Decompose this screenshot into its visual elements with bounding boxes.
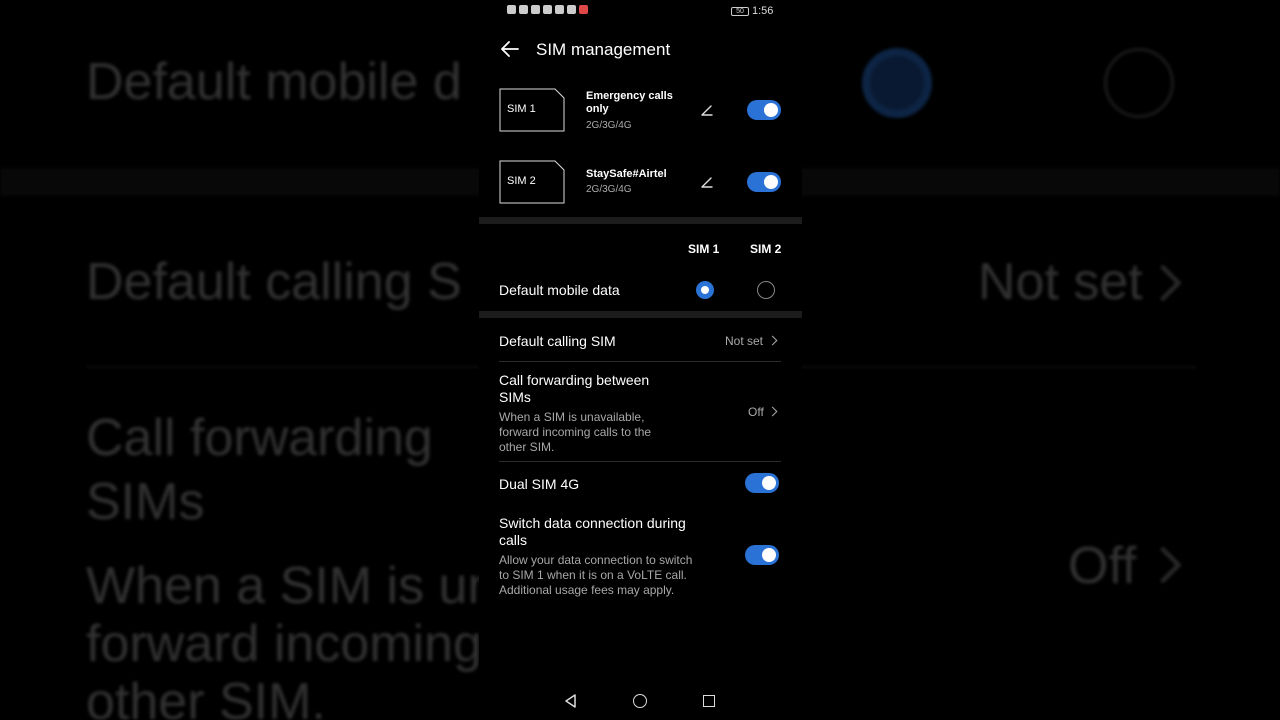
status-icons [507,5,588,14]
signal-icon [507,5,516,14]
status-bar: 50 1:56 [479,0,802,24]
navigation-bar [479,682,802,720]
video-icon [531,5,540,14]
sim-name: StaySafe#Airtel [586,168,667,180]
call-forwarding-value: Off [748,405,764,419]
nav-back-icon[interactable] [564,694,578,708]
signal-icon [519,5,528,14]
switch-data-desc-1: Allow your data connection to switch [499,553,693,567]
bg-text-desc-1: When a SIM is una [86,557,526,615]
sim-network: 2G/3G/4G [586,184,632,195]
switch-data-toggle[interactable] [745,545,779,565]
app-icon [567,5,576,14]
default-calling-sim-value: Not set [725,334,764,348]
message-icon [555,5,564,14]
pencil-icon[interactable] [699,102,715,118]
call-forwarding-desc-1: When a SIM is unavailable, [499,410,645,424]
hotspot-icon [543,5,552,14]
switch-data-label-1: Switch data connection during [499,515,686,531]
switch-data-desc-2: to SIM 1 when it is on a VoLTE call. [499,568,687,582]
call-forwarding-row[interactable]: Call forwarding between SIMs When a SIM … [479,362,802,461]
switch-data-label-2: calls [499,532,528,548]
bg-text-not-set: Not set [978,253,1143,311]
sim-card-label: SIM 2 [507,175,536,187]
dual-sim-4g-row: Dual SIM 4G [479,462,802,505]
default-calling-sim-row[interactable]: Default calling SIM Not set [479,320,802,361]
column-header-sim2: SIM 2 [750,242,782,256]
default-mobile-data-label: Default mobile data [499,282,620,298]
battery-icon: 50 [731,7,749,16]
bg-text-sims: SIMs [86,473,205,531]
bg-text-call-forwarding: Call forwarding [86,409,433,467]
page-title: SIM management [536,40,671,59]
sim-card-label: SIM 1 [507,103,536,115]
bg-text-default-calling: Default calling S [86,253,462,311]
bg-chevron-icon [1144,264,1182,302]
status-time: 1:56 [752,5,774,17]
sim-network: 2G/3G/4G [586,120,632,131]
back-arrow-icon[interactable] [499,38,521,60]
nav-recent-icon[interactable] [703,695,715,707]
bg-radio-unselected [1104,48,1174,118]
bg-chevron-icon [1144,546,1182,584]
sim-row-2: SIM 2 StaySafe#Airtel 2G/3G/4G [479,152,802,212]
sim-card-2: SIM 2 [499,160,565,204]
dual-sim-4g-label: Dual SIM 4G [499,476,580,492]
bg-radio-selected [862,48,932,118]
dual-sim-4g-toggle[interactable] [745,473,779,493]
default-calling-sim-label: Default calling SIM [499,333,616,349]
sim-2-toggle[interactable] [747,172,781,192]
pencil-icon[interactable] [699,174,715,190]
switch-data-desc-3: Additional usage fees may apply. [499,583,675,597]
chevron-right-icon [767,406,778,417]
app-header: SIM management [479,30,802,70]
sim-1-toggle[interactable] [747,100,781,120]
sim-row-1: SIM 1 Emergency calls only 2G/3G/4G [479,80,802,140]
bg-text-desc-2: forward incoming [86,615,482,673]
radio-sim1[interactable] [696,281,714,299]
nav-home-icon[interactable] [633,694,647,708]
bg-text-desc-3: other SIM. [86,673,326,720]
call-forwarding-label-1: Call forwarding between [499,372,650,388]
sim-name: Emergency calls only [586,90,673,115]
bg-text-default-data: Default mobile d [86,53,462,111]
radio-sim2[interactable] [757,281,775,299]
mail-icon [579,5,588,14]
sim-card-1: SIM 1 [499,88,565,132]
section-separator [479,217,802,224]
chevron-right-icon [767,335,778,346]
section-separator [479,311,802,318]
call-forwarding-label-2: SIMs [499,389,531,405]
phone-screen: 50 1:56 SIM management SIM 1 Emergency c… [479,0,802,720]
call-forwarding-desc-2: forward incoming calls to the [499,425,652,439]
switch-data-row: Switch data connection during calls Allo… [479,506,802,602]
call-forwarding-desc-3: other SIM. [499,440,555,454]
column-header-sim1: SIM 1 [688,242,720,256]
bg-text-off: Off [1068,537,1137,595]
